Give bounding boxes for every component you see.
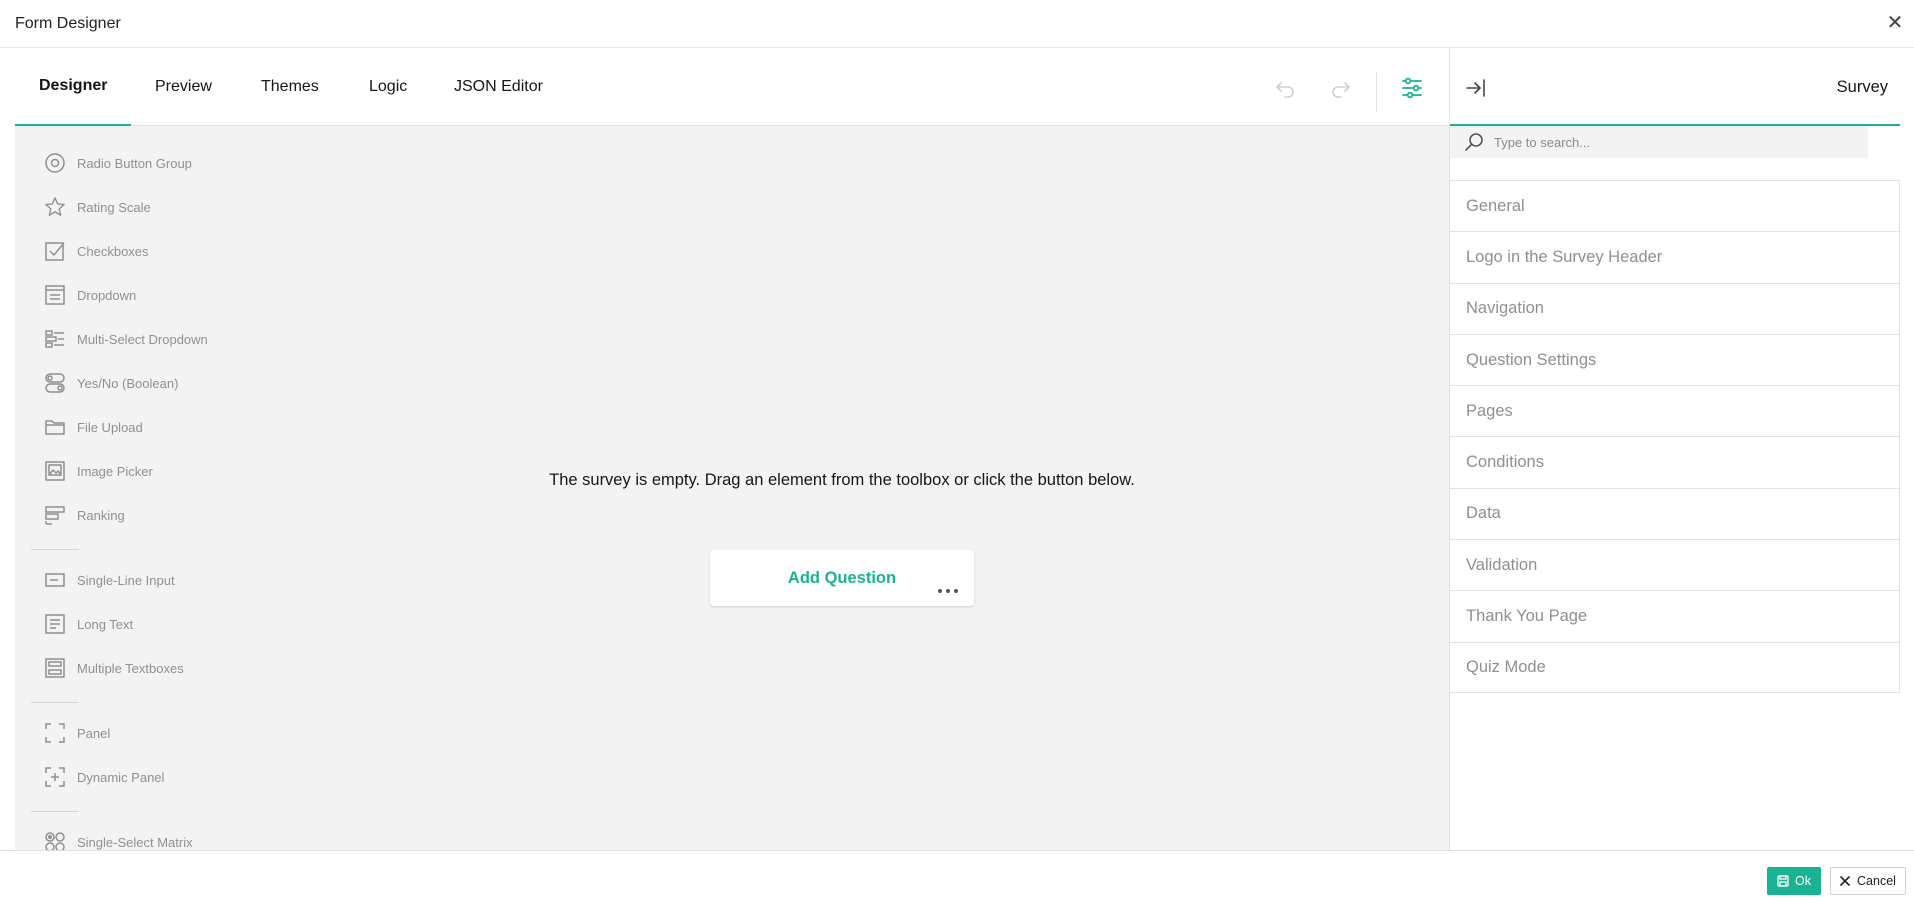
ok-button[interactable]: Ok — [1767, 867, 1821, 895]
category-thank-you-page[interactable]: Thank You Page — [1450, 590, 1900, 642]
category-data[interactable]: Data — [1450, 487, 1900, 540]
dialog-footer: Ok Cancel — [0, 850, 1914, 902]
settings-button[interactable] — [1396, 72, 1428, 104]
star-icon — [43, 195, 67, 219]
panel-icon — [43, 721, 67, 745]
collapse-arrow-icon — [1466, 79, 1485, 97]
cancel-label: Cancel — [1857, 874, 1896, 888]
redo-button[interactable] — [1325, 72, 1357, 104]
toolbox-item-label: Checkboxes — [77, 243, 149, 259]
sidebar-header: Survey — [1450, 48, 1900, 126]
tab-preview[interactable]: Preview — [131, 48, 236, 126]
toolbox-item-label: File Upload — [77, 419, 143, 435]
tab-themes[interactable]: Themes — [237, 48, 343, 126]
add-question-button[interactable]: Add Question — [710, 550, 974, 606]
dialog-title: Form Designer — [15, 14, 121, 32]
undo-icon — [1276, 82, 1294, 98]
search-icon — [1465, 133, 1483, 151]
design-canvas[interactable]: Radio Button Group Rating Scale Checkbox… — [15, 126, 1449, 850]
category-pages[interactable]: Pages — [1450, 385, 1900, 437]
toolbox-item-label: Panel — [77, 725, 111, 741]
close-icon — [1840, 876, 1850, 886]
ok-label: Ok — [1795, 874, 1811, 888]
toolbox-item-label: Dynamic Panel — [77, 769, 165, 785]
toolbox-item-multiple-textboxes[interactable]: Multiple Textboxes — [43, 646, 273, 690]
toolbox-item-checkboxes[interactable]: Checkboxes — [43, 229, 273, 273]
property-sidebar: Survey General Logo in the Survey Header… — [1449, 48, 1900, 850]
toolbox-item-label: Yes/No (Boolean) — [77, 375, 179, 391]
toolbox-item-label: Single-Line Input — [77, 572, 175, 588]
toolbox-item-long-text[interactable]: Long Text — [43, 602, 273, 646]
toolbox-separator — [31, 549, 79, 550]
toolbox-item-label: Single-Select Matrix — [77, 834, 193, 850]
search-input[interactable] — [1494, 134, 1854, 150]
tab-logic[interactable]: Logic — [345, 48, 431, 126]
category-validation[interactable]: Validation — [1450, 539, 1900, 591]
category-navigation[interactable]: Navigation — [1450, 282, 1900, 334]
matrix-icon — [43, 830, 67, 850]
save-icon — [1777, 875, 1789, 887]
redo-icon — [1332, 82, 1350, 98]
toolbox-item-multi-select-dropdown[interactable]: Multi-Select Dropdown — [43, 317, 273, 361]
toolbox-separator — [31, 811, 79, 812]
toolbox-item-radio-button-group[interactable]: Radio Button Group — [43, 141, 273, 185]
toolbox-item-label: Multiple Textboxes — [77, 660, 184, 676]
toolbox-item-label: Multi-Select Dropdown — [77, 331, 208, 347]
toolbox-item-file-upload[interactable]: File Upload — [43, 405, 273, 449]
property-search — [1450, 126, 1868, 158]
dialog-titlebar: Form Designer ✕ — [0, 0, 1914, 48]
toolbox-item-single-select-matrix[interactable]: Single-Select Matrix — [43, 820, 273, 850]
dropdown-icon — [43, 283, 67, 307]
ranking-icon — [43, 503, 67, 527]
designer-area: Designer Preview Themes Logic JSON Edito… — [15, 48, 1449, 850]
category-logo[interactable]: Logo in the Survey Header — [1450, 231, 1900, 283]
category-conditions[interactable]: Conditions — [1450, 436, 1900, 488]
toolbox-item-label: Ranking — [77, 507, 125, 523]
toolbox-item-rating-scale[interactable]: Rating Scale — [43, 185, 273, 229]
toolbox-item-label: Radio Button Group — [77, 155, 192, 171]
radio-icon — [43, 151, 67, 175]
boolean-icon — [43, 371, 67, 395]
textarea-icon — [43, 612, 67, 636]
toolbox-item-dynamic-panel[interactable]: Dynamic Panel — [43, 755, 273, 799]
undo-button[interactable] — [1269, 72, 1301, 104]
toolbox-item-panel[interactable]: Panel — [43, 711, 273, 755]
checkbox-icon — [43, 239, 67, 263]
tab-designer[interactable]: Designer — [15, 48, 132, 126]
category-question-settings[interactable]: Question Settings — [1450, 333, 1900, 386]
more-options-icon[interactable] — [938, 589, 958, 593]
toolbar-divider — [1376, 72, 1377, 112]
category-quiz-mode[interactable]: Quiz Mode — [1450, 641, 1900, 693]
toolbox-item-ranking[interactable]: Ranking — [43, 493, 273, 537]
dynamic-panel-icon — [43, 765, 67, 789]
tab-bar: Designer Preview Themes Logic JSON Edito… — [15, 48, 1449, 126]
toolbox-item-boolean[interactable]: Yes/No (Boolean) — [43, 361, 273, 405]
toolbox-item-label: Long Text — [77, 616, 134, 632]
multiselect-icon — [43, 327, 67, 351]
collapse-sidebar-button[interactable] — [1460, 72, 1492, 104]
tab-json-editor[interactable]: JSON Editor — [430, 48, 567, 126]
property-categories: General Logo in the Survey Header Naviga… — [1450, 180, 1900, 693]
add-question-label: Add Question — [787, 569, 897, 587]
settings-sliders-icon — [1402, 77, 1422, 99]
multitext-icon — [43, 656, 67, 680]
empty-survey-message: The survey is empty. Drag an element fro… — [549, 471, 1135, 489]
toolbox-item-label: Rating Scale — [77, 199, 151, 215]
close-icon[interactable]: ✕ — [1884, 12, 1906, 34]
cancel-button[interactable]: Cancel — [1830, 867, 1906, 895]
toolbox-separator — [31, 702, 79, 703]
toolbox-item-label: Dropdown — [77, 287, 137, 303]
category-general[interactable]: General — [1450, 180, 1900, 232]
folder-icon — [43, 415, 67, 439]
toolbox-item-single-line-input[interactable]: Single-Line Input — [43, 558, 273, 602]
toolbox-item-dropdown[interactable]: Dropdown — [43, 273, 273, 317]
sidebar-title: Survey — [1836, 78, 1888, 96]
input-icon — [43, 568, 67, 592]
